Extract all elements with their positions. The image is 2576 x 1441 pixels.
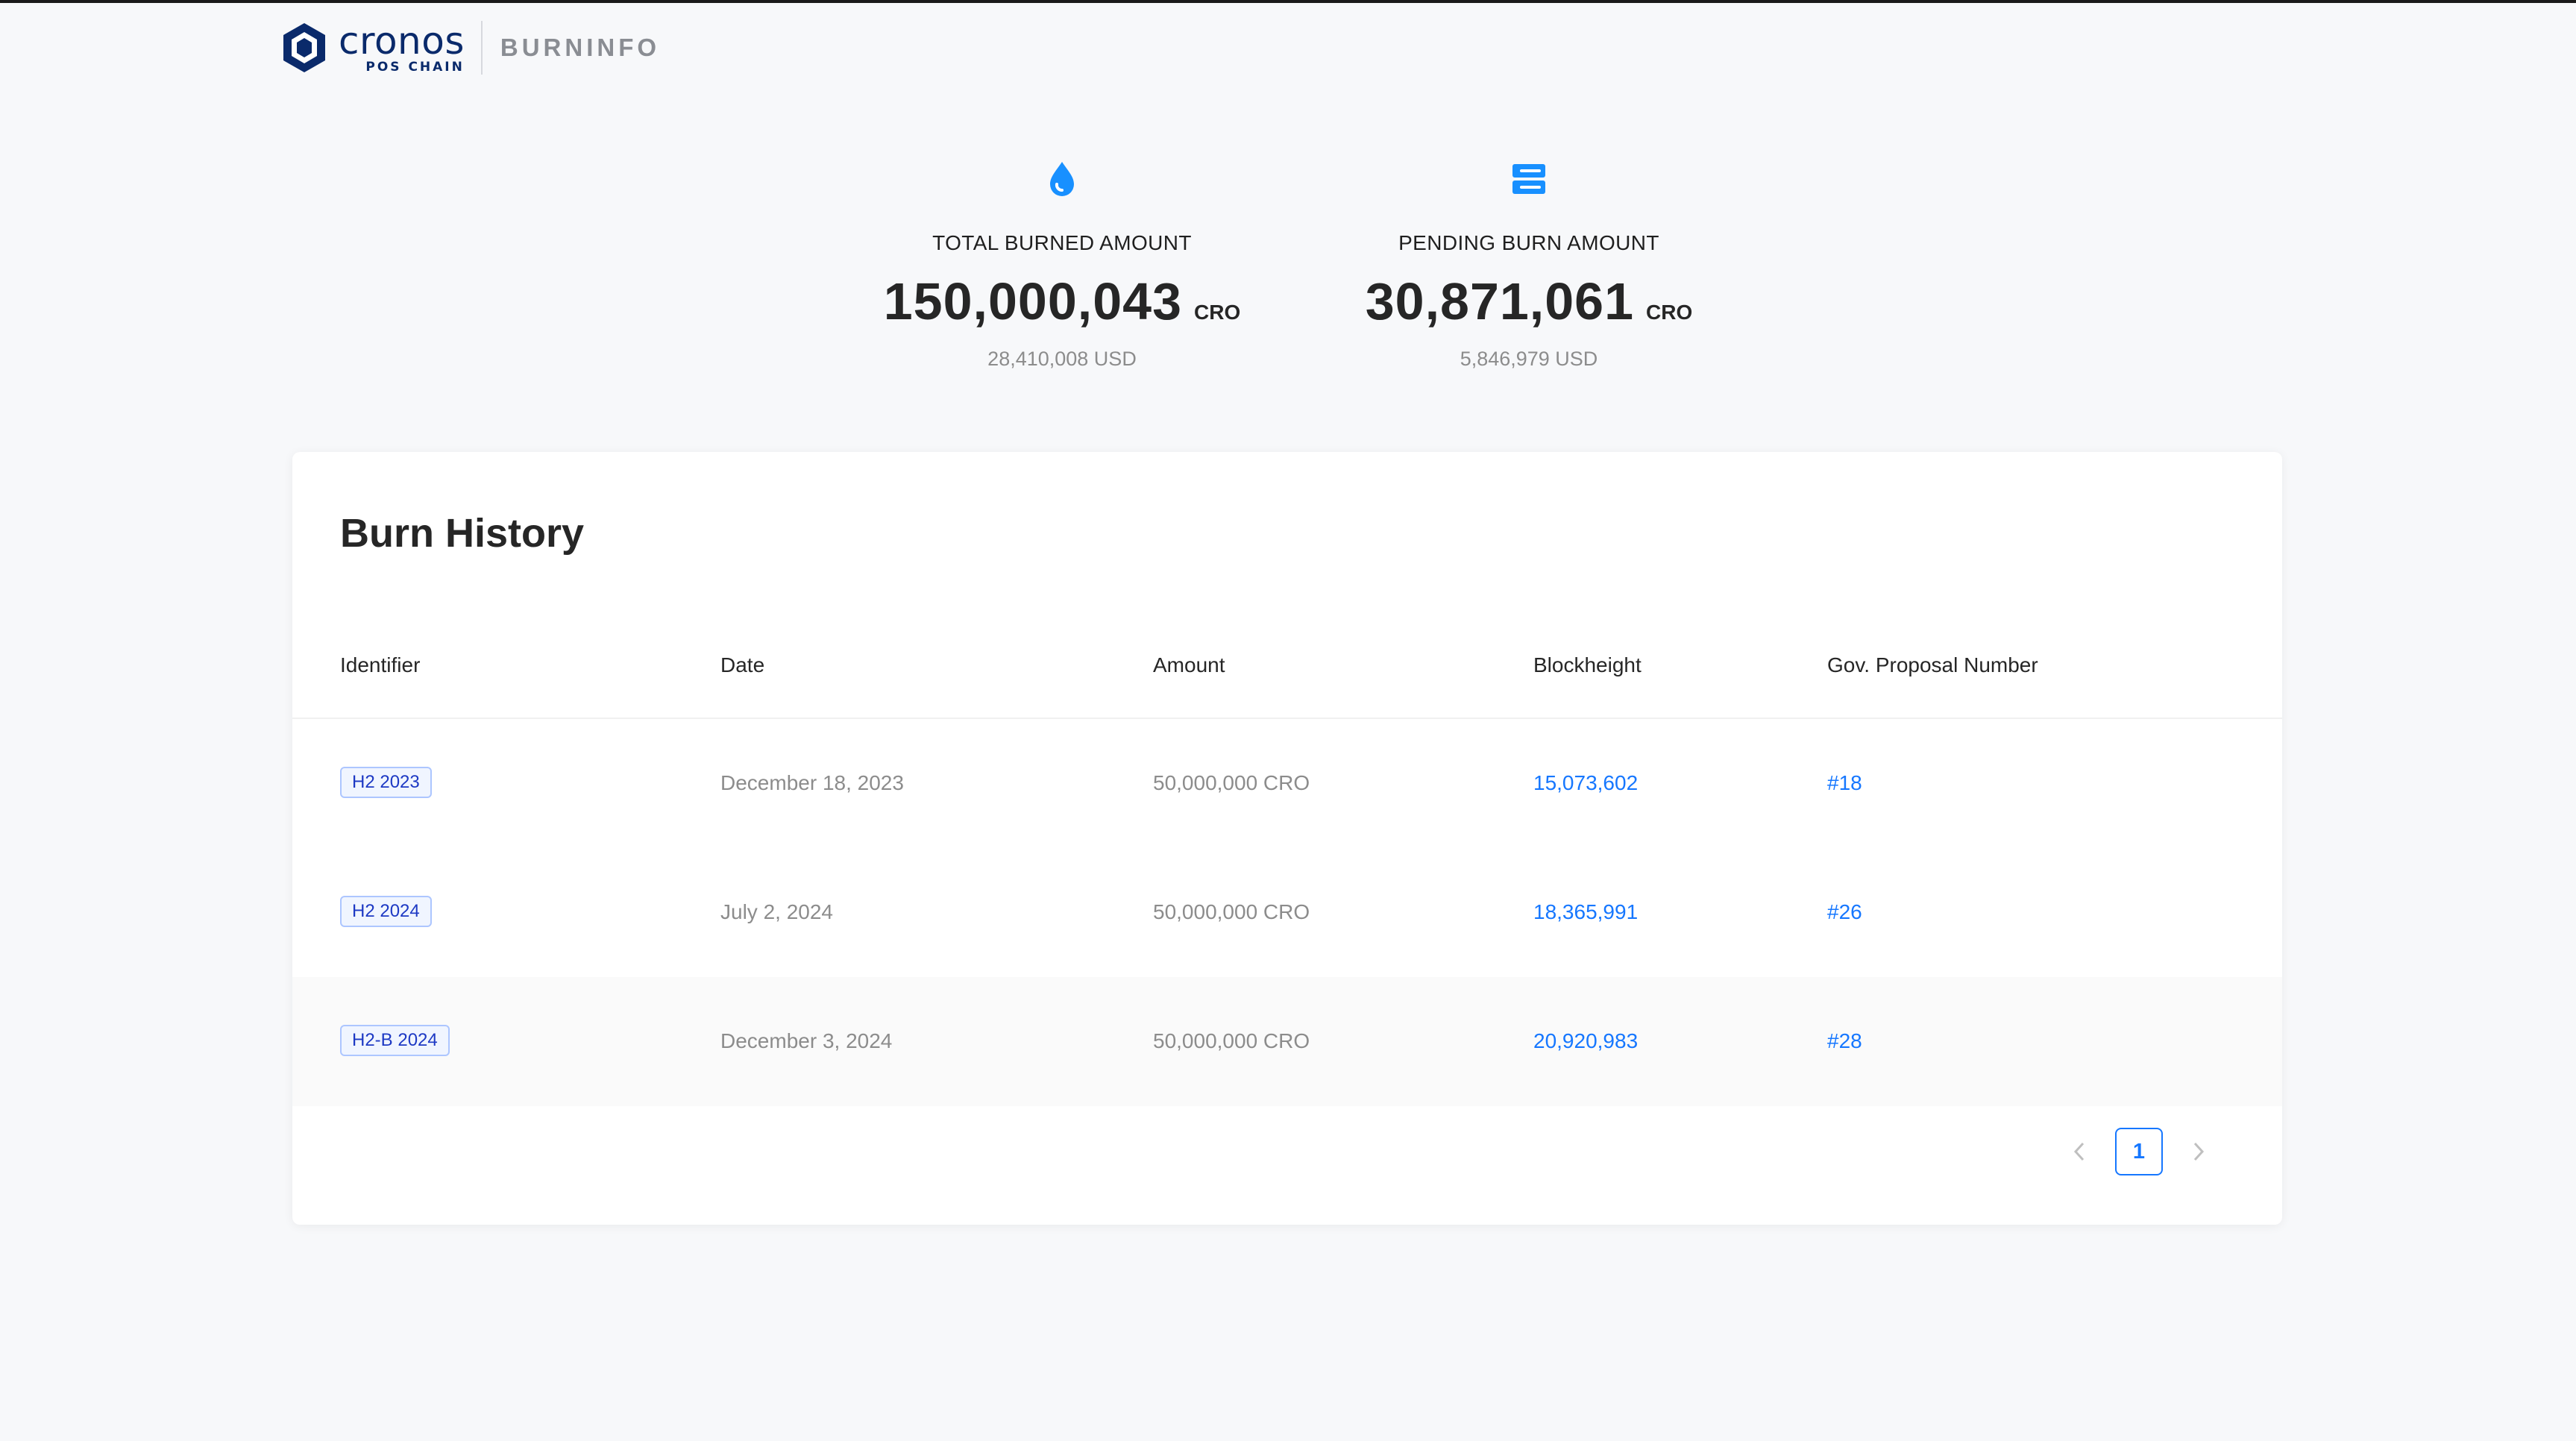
pagination: 1 — [2055, 1128, 2222, 1175]
date-cell: December 3, 2024 — [720, 1029, 893, 1052]
pending-burn-unit: CRO — [1646, 301, 1693, 324]
date-cell: December 18, 2023 — [720, 771, 904, 794]
column-header-date: Date — [720, 653, 765, 676]
cronos-logo-icon[interactable] — [280, 22, 328, 74]
brand-subtitle: POS CHAIN — [365, 59, 465, 75]
table-header: Identifier Date Amount Blockheight Gov. … — [292, 624, 2282, 719]
pending-burn-number: 30,871,061 — [1365, 272, 1635, 330]
burn-history-title: Burn History — [340, 511, 585, 556]
proposal-link[interactable]: #18 — [1827, 771, 1862, 795]
total-burned-stat: TOTAL BURNED AMOUNT 150,000,043 CRO 28,4… — [876, 157, 1248, 371]
column-header-amount: Amount — [1153, 653, 1225, 676]
proposal-link[interactable]: #26 — [1827, 900, 1862, 924]
chevron-left-icon[interactable] — [2055, 1128, 2103, 1175]
header-divider — [480, 21, 483, 75]
burn-history-card: Burn History Identifier Date Amount Bloc… — [292, 452, 2282, 1225]
brand-logo-text[interactable]: cronos POS CHAIN — [339, 22, 465, 74]
identifier-tag: H2-B 2024 — [340, 1025, 450, 1056]
table-row: H2 2024 July 2, 2024 50,000,000 CRO 18,3… — [292, 848, 2282, 977]
total-burned-label: TOTAL BURNED AMOUNT — [932, 231, 1192, 254]
amount-cell: 50,000,000 CRO — [1153, 1029, 1310, 1052]
blockheight-link[interactable]: 15,073,602 — [1533, 771, 1638, 795]
total-burned-value: 150,000,043 CRO — [876, 271, 1248, 331]
pending-burn-usd: 5,846,979 USD — [1460, 348, 1598, 370]
column-header-blockheight: Blockheight — [1533, 653, 1642, 676]
column-header-identifier: Identifier — [340, 653, 421, 676]
server-icon — [1350, 157, 1708, 201]
pending-burn-label: PENDING BURN AMOUNT — [1398, 231, 1659, 254]
window-top-border — [0, 0, 2576, 3]
brand-wordmark: cronos — [339, 19, 465, 63]
proposal-link[interactable]: #28 — [1827, 1029, 1862, 1053]
total-burned-number: 150,000,043 — [883, 272, 1183, 330]
pending-burn-value: 30,871,061 CRO — [1350, 271, 1708, 331]
table-row: H2 2023 December 18, 2023 50,000,000 CRO… — [292, 719, 2282, 848]
drop-icon — [876, 157, 1248, 201]
amount-cell: 50,000,000 CRO — [1153, 900, 1310, 923]
table-row: H2-B 2024 December 3, 2024 50,000,000 CR… — [292, 977, 2282, 1106]
site-header: cronos POS CHAIN BURNINFO — [280, 19, 660, 76]
total-burned-usd: 28,410,008 USD — [987, 348, 1137, 370]
amount-cell: 50,000,000 CRO — [1153, 771, 1310, 794]
blockheight-link[interactable]: 20,920,983 — [1533, 1029, 1638, 1053]
page-1-button[interactable]: 1 — [2115, 1128, 2163, 1175]
pending-burn-stat: PENDING BURN AMOUNT 30,871,061 CRO 5,846… — [1350, 157, 1708, 371]
product-name: BURNINFO — [500, 34, 661, 61]
identifier-tag: H2 2024 — [340, 896, 432, 927]
identifier-tag: H2 2023 — [340, 767, 432, 798]
chevron-right-icon[interactable] — [2175, 1128, 2222, 1175]
column-header-proposal: Gov. Proposal Number — [1827, 653, 2038, 676]
blockheight-link[interactable]: 18,365,991 — [1533, 900, 1638, 924]
total-burned-unit: CRO — [1194, 301, 1241, 324]
burn-history-table: Identifier Date Amount Blockheight Gov. … — [292, 624, 2282, 1106]
date-cell: July 2, 2024 — [720, 900, 833, 923]
